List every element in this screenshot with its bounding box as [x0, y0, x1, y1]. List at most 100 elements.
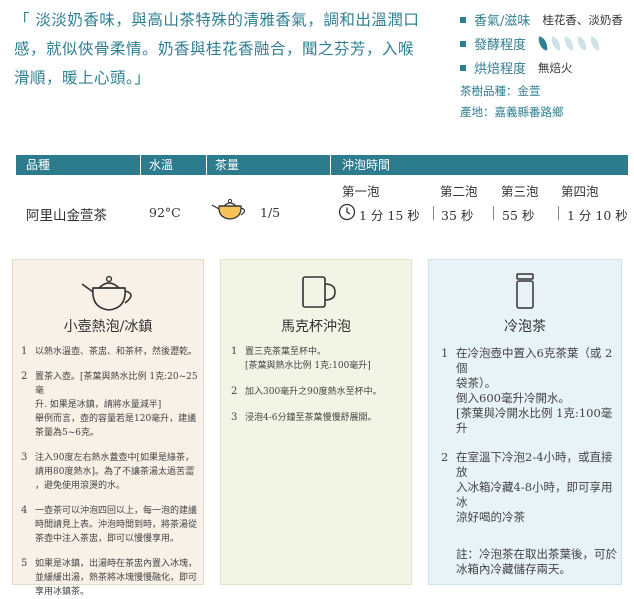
step-list: 1 置三克茶葉至杯中。 [茶葉與熱水比例 1克:100毫升] 2 加入300毫升… [231, 345, 407, 425]
step-item: 2 加入300毫升之90度熱水至杯中。 [231, 385, 407, 399]
step-number: 1 [231, 346, 238, 357]
step-item: 1 置三克茶葉至杯中。 [茶葉與熱水比例 1克:100毫升] [231, 345, 407, 373]
roast-label: 烘焙程度 [474, 62, 527, 77]
header-divider [206, 155, 207, 175]
teapot-icon [79, 270, 139, 318]
step-number: 3 [231, 412, 238, 423]
cell-divider [493, 206, 494, 220]
water-temp: 92°C [149, 205, 181, 220]
step-number: 2 [231, 386, 238, 397]
step-item: 1 以熱水溫壺、茶盅、和茶杯，然後瀝乾。 [21, 345, 199, 359]
step-number: 1 [441, 346, 449, 360]
header-water-temp: 水溫 [149, 158, 174, 172]
card-title: 馬克杯沖泡 [281, 319, 351, 335]
method-card-cold-brew: 冷泡茶 1 在冷泡壺中置入6克茶葉（或 2個 袋茶）。 倒入600毫升冷開水。 … [428, 259, 622, 585]
variety-name: 阿里山金萱茶 [26, 208, 107, 224]
aroma-label: 香氣/滋味 [474, 14, 531, 29]
bullet-square-icon [460, 64, 466, 71]
step-line: 並緩緩出湯，熱茶將冰塊慢慢融化，即可 [35, 573, 198, 583]
leaf-icon [576, 36, 588, 51]
step-line: 請用80度熱水]。為了不讓茶湯太過苦澀 [35, 467, 194, 477]
cold-brew-note: 註：冷泡茶在取出茶葉後，可於 冰箱內冷藏儲存兩天。 [441, 547, 617, 577]
leaf-icon [563, 36, 575, 51]
note-line: 冰箱內冷藏儲存兩天。 [456, 562, 571, 576]
tea-variety: 茶樹品種：金萱 [460, 84, 541, 98]
step-line: 浸泡4-6分鐘至茶葉慢慢舒展開。 [245, 413, 377, 423]
bullet-square-icon [460, 40, 466, 47]
header-variety: 品種 [26, 158, 51, 172]
header-divider [140, 155, 141, 175]
step-line: 如果是冰鎮，出湯時在茶盅內置入冰塊， [35, 559, 198, 569]
steep-label-3: 第三泡 [501, 184, 539, 199]
steep-time-4: 1 分 10 秒 [567, 208, 628, 223]
step-item: 5 如果是冰鎮，出湯時在茶盅內置入冰塊， 並緩緩出湯，熱茶將冰塊慢慢融化，即可 … [21, 557, 199, 599]
step-number: 5 [21, 558, 28, 569]
roast-row: 烘焙程度 無焙火 [460, 58, 573, 77]
steep-time-2: 35 秒 [441, 208, 474, 223]
steep-label-1: 第一泡 [342, 184, 380, 199]
steep-time-1: 1 分 15 秒 [359, 208, 420, 223]
step-number: 4 [21, 505, 28, 516]
step-line: 置三克茶葉至杯中。 [245, 347, 327, 357]
leaf-icon [537, 36, 549, 51]
quote-line: 滑順，暖上心頭。」 [14, 69, 151, 87]
method-card-pot: 小壺熱泡/冰鎮 1 以熱水溫壺、茶盅、和茶杯，然後瀝乾。 2 置茶入壺。[茶葉與… [12, 259, 204, 597]
ferment-label: 發酵程度 [474, 38, 527, 53]
step-line: 享用冰鎮茶。 [35, 587, 90, 597]
step-item: 1 在冷泡壺中置入6克茶葉（或 2個 袋茶）。 倒入600毫升冷開水。 [茶葉與… [441, 346, 617, 436]
step-line: 加入300毫升之90度熱水至杯中。 [245, 387, 382, 397]
roast-value: 無焙火 [538, 60, 573, 75]
ferment-row: 發酵程度 [460, 34, 601, 53]
step-line: 舉例而言，壺的容量若是120毫升，建議 [35, 414, 197, 424]
step-line: 倒入600毫升冷開水。 [456, 391, 570, 405]
aroma-row: 香氣/滋味 桂花香、淡奶香 [460, 10, 623, 29]
bottle-icon [514, 272, 536, 314]
header-divider [330, 155, 331, 175]
aroma-value: 桂花香、淡奶香 [542, 12, 623, 27]
step-line: [茶葉與冷開水比例 1克:100毫升 [456, 406, 613, 435]
step-line: 置茶入壺。[茶葉與熱水比例 1克:20~25毫 [35, 372, 198, 396]
tea-origin: 產地：嘉義縣番路鄉 [460, 105, 564, 119]
leaf-icon [589, 36, 601, 51]
clock-icon [338, 203, 356, 225]
quote-line: 「 淡淡奶香味，與高山茶特殊的清雅香氣，調和出溫潤口 [14, 11, 420, 29]
quote-line: 感，就似俠骨柔情。奶香與桂花香融合，聞之芬芳，入喉 [14, 40, 415, 58]
step-item: 2 置茶入壺。[茶葉與熱水比例 1克:20~25毫 升. 如果是冰鎮，請將水量減… [21, 370, 199, 440]
note-line: 註：冷泡茶在取出茶葉後，可於 [456, 547, 617, 561]
method-card-mug: 馬克杯沖泡 1 置三克茶葉至杯中。 [茶葉與熱水比例 1克:100毫升] 2 加… [220, 259, 412, 585]
step-line: 升. 如果是冰鎮，請將水量減半] [35, 400, 162, 410]
step-number: 2 [441, 450, 449, 464]
step-line: 茶量為5~6克。 [35, 428, 99, 438]
cell-divider [433, 206, 434, 220]
step-line: 涼好喝的冷茶 [456, 510, 525, 524]
step-item: 2 在室溫下冷泡2-4小時，或直接放 入冰箱冷藏4-8小時，即可享用冰 涼好喝的… [441, 450, 617, 525]
step-line: 以熱水溫壺、茶盅、和茶杯，然後瀝乾。 [35, 347, 198, 357]
leaf-icon [550, 36, 562, 51]
step-line: ，避免使用滾燙的水。 [35, 481, 126, 491]
steep-time-3: 55 秒 [502, 208, 535, 223]
card-title: 冷泡茶 [504, 319, 546, 335]
step-line: 時間請見上表。沖泡時間到時，將茶湯從 [35, 520, 198, 530]
step-list: 1 以熱水溫壺、茶盅、和茶杯，然後瀝乾。 2 置茶入壺。[茶葉與熱水比例 1克:… [21, 345, 199, 599]
step-line: 在室溫下冷泡2-4小時，或直接放 [456, 450, 613, 479]
step-number: 1 [21, 346, 28, 357]
step-number: 3 [21, 452, 28, 463]
brew-table-header [16, 155, 628, 175]
step-item: 4 一壺茶可以沖泡四回以上，每一泡的建議 時間請見上表。沖泡時間到時，將茶湯從 … [21, 504, 199, 546]
bullet-square-icon [460, 16, 466, 23]
step-line: 入冰箱冷藏4-8小時，即可享用冰 [456, 480, 613, 509]
step-number: 2 [21, 371, 28, 382]
cell-divider [558, 206, 559, 220]
tea-amount: 1/5 [260, 205, 281, 220]
header-amount: 茶量 [215, 158, 240, 172]
step-line: 一壺茶可以沖泡四回以上，每一泡的建議 [35, 506, 198, 516]
header-steep-time: 沖泡時間 [342, 158, 391, 172]
step-line: 茶壺中注入茶盅，即可以慢慢享用。 [35, 534, 180, 544]
intro-quote: 「 淡淡奶香味，與高山茶特殊的清雅香氣，調和出溫潤口 感，就似俠骨柔情。奶香與桂… [14, 6, 434, 93]
step-item: 3 浸泡4-6分鐘至茶葉慢慢舒展開。 [231, 411, 407, 425]
step-line: 在冷泡壺中置入6克茶葉（或 2個 [456, 346, 613, 375]
step-line: 注入90度左右熱水蓋壺中[如果是綠茶， [35, 453, 194, 463]
step-list: 1 在冷泡壺中置入6克茶葉（或 2個 袋茶）。 倒入600毫升冷開水。 [茶葉與… [441, 346, 617, 577]
steep-label-2: 第二泡 [440, 184, 478, 199]
step-line: 袋茶）。 [456, 376, 497, 390]
